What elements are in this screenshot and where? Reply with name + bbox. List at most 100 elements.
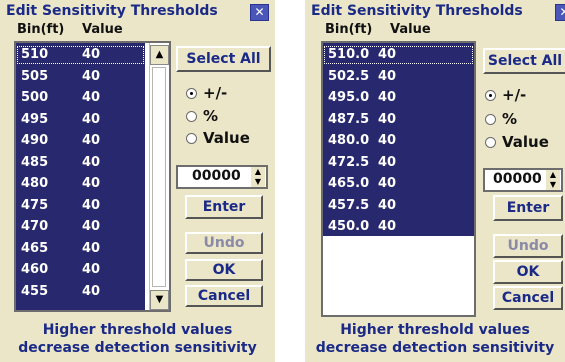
spinbox-value[interactable]: 00000 bbox=[192, 168, 241, 184]
sensitivity-dialog-2: Edit Sensitivity Thresholds ✕ Bin(ft) Va… bbox=[305, 0, 565, 362]
value-cell: 40 bbox=[82, 176, 101, 191]
column-header-bin: Bin(ft) bbox=[17, 22, 65, 37]
bin-cell: 480 bbox=[21, 176, 49, 191]
bin-cell: 487.5 bbox=[328, 111, 370, 127]
spin-up-icon[interactable]: ▲ bbox=[251, 167, 265, 177]
list-scrollbar[interactable]: ▲ ▼ bbox=[149, 43, 169, 310]
spin-down-icon[interactable]: ▼ bbox=[546, 180, 560, 190]
spin-down-icon[interactable]: ▼ bbox=[251, 177, 265, 187]
dialog-title: Edit Sensitivity Thresholds bbox=[311, 3, 523, 19]
value-cell: 40 bbox=[82, 90, 101, 105]
close-icon[interactable]: ✕ bbox=[250, 4, 269, 21]
mode-label: % bbox=[502, 110, 518, 128]
threshold-list[interactable]: 510 40 505 40 500 40 495 40 490 40 485 40 480 40 475 40… bbox=[14, 41, 171, 312]
enter-button[interactable]: Enter bbox=[493, 195, 563, 221]
threshold-list[interactable]: 510.0 40 502.5 40 495.0 40 487.5 40 480.0 40 472.5… bbox=[321, 41, 476, 317]
bin-cell: 455 bbox=[21, 283, 49, 299]
column-header-value: Value bbox=[390, 22, 431, 37]
dialog-title: Edit Sensitivity Thresholds bbox=[6, 3, 218, 19]
mode-label: Value bbox=[203, 129, 250, 147]
mode-radio-plus-minus[interactable]: +/- bbox=[485, 86, 526, 104]
scroll-thumb[interactable] bbox=[152, 67, 166, 287]
title-bar: Edit Sensitivity Thresholds ✕ bbox=[305, 0, 565, 22]
spin-up-icon[interactable]: ▲ bbox=[546, 170, 560, 180]
bin-cell: 470 bbox=[21, 219, 49, 234]
value-cell: 40 bbox=[378, 47, 397, 62]
threshold-rows: 510 40 505 40 500 40 495 40 490 40 485 40 480 40 475 40… bbox=[16, 43, 145, 310]
radio-unchecked-icon bbox=[186, 111, 197, 122]
footer-note-line-1: Higher threshold values bbox=[340, 322, 530, 338]
value-cell: 40 bbox=[378, 154, 397, 170]
value-cell: 40 bbox=[82, 197, 101, 213]
bin-cell: 450.0 bbox=[328, 219, 370, 234]
value-cell: 40 bbox=[82, 283, 101, 299]
bin-cell: 485 bbox=[21, 154, 49, 170]
list-item[interactable]: 510 40 bbox=[16, 45, 145, 65]
footer-note-line-2: decrease detection sensitivity bbox=[18, 340, 257, 356]
close-icon[interactable]: ✕ bbox=[555, 4, 565, 21]
mode-radio-value[interactable]: Value bbox=[186, 129, 250, 147]
bin-cell: 505 bbox=[21, 68, 49, 84]
value-cell: 40 bbox=[378, 90, 397, 105]
radio-unchecked-icon bbox=[485, 137, 496, 148]
column-header-bin: Bin(ft) bbox=[325, 22, 373, 37]
value-cell: 40 bbox=[378, 176, 397, 191]
mode-radio-value[interactable]: Value bbox=[485, 133, 549, 151]
mode-radio-plus-minus[interactable]: +/- bbox=[186, 84, 227, 102]
threshold-spinbox[interactable]: 00000 ▲ ▼ bbox=[483, 168, 563, 192]
select-all-button[interactable]: Select All bbox=[176, 46, 271, 72]
spinbox-arrows: ▲ ▼ bbox=[546, 170, 560, 190]
scroll-down-icon[interactable]: ▼ bbox=[150, 290, 169, 310]
bin-cell: 500 bbox=[21, 90, 49, 105]
value-cell: 40 bbox=[82, 240, 101, 256]
value-cell: 40 bbox=[378, 197, 397, 213]
mode-radio-percent[interactable]: % bbox=[186, 107, 218, 125]
mode-label: % bbox=[203, 107, 219, 125]
value-cell: 40 bbox=[82, 133, 101, 148]
bin-cell: 465.0 bbox=[328, 176, 370, 191]
threshold-spinbox[interactable]: 00000 ▲ ▼ bbox=[176, 165, 268, 189]
footer-note-line-1: Higher threshold values bbox=[42, 322, 233, 338]
bin-cell: 502.5 bbox=[328, 68, 370, 84]
mode-radio-percent[interactable]: % bbox=[485, 110, 517, 128]
undo-button[interactable]: Undo bbox=[493, 234, 563, 258]
mode-label: +/- bbox=[203, 84, 228, 102]
footer-note-line-2: decrease detection sensitivity bbox=[315, 340, 555, 356]
spinbox-arrows: ▲ ▼ bbox=[251, 167, 265, 187]
radio-checked-icon bbox=[485, 90, 496, 101]
bin-cell: 480.0 bbox=[328, 133, 370, 148]
bin-cell: 457.5 bbox=[328, 197, 370, 213]
ok-button[interactable]: OK bbox=[185, 259, 263, 281]
list-item[interactable]: 510.0 40 bbox=[323, 45, 474, 65]
scroll-up-icon[interactable]: ▲ bbox=[150, 45, 169, 65]
spinbox-value[interactable]: 00000 bbox=[493, 171, 542, 187]
cancel-button[interactable]: Cancel bbox=[493, 286, 563, 310]
bin-cell: 465 bbox=[21, 240, 49, 256]
bin-cell: 495 bbox=[21, 111, 49, 127]
bin-cell: 510 bbox=[21, 47, 49, 62]
bin-cell: 490 bbox=[21, 133, 49, 148]
radio-unchecked-icon bbox=[186, 133, 197, 144]
radio-checked-icon bbox=[186, 88, 197, 99]
bin-cell: 472.5 bbox=[328, 154, 370, 170]
enter-button[interactable]: Enter bbox=[185, 195, 263, 219]
value-cell: 40 bbox=[378, 219, 397, 234]
value-cell: 40 bbox=[82, 68, 101, 84]
column-header-value: Value bbox=[82, 22, 123, 37]
value-cell: 40 bbox=[82, 111, 101, 127]
threshold-rows: 510.0 40 502.5 40 495.0 40 487.5 40 480.0 40 472.5… bbox=[323, 43, 474, 236]
mode-label: Value bbox=[502, 133, 549, 151]
value-cell: 40 bbox=[378, 111, 397, 127]
cancel-button[interactable]: Cancel bbox=[185, 285, 263, 307]
sensitivity-dialog-1: Edit Sensitivity Thresholds ✕ Bin(ft) Va… bbox=[0, 0, 275, 362]
bin-cell: 460 bbox=[21, 262, 49, 277]
value-cell: 40 bbox=[82, 154, 101, 170]
mode-label: +/- bbox=[502, 86, 527, 104]
bin-cell: 495.0 bbox=[328, 90, 370, 105]
select-all-button[interactable]: Select All bbox=[483, 48, 565, 74]
title-bar: Edit Sensitivity Thresholds ✕ bbox=[0, 0, 275, 22]
undo-button[interactable]: Undo bbox=[185, 232, 263, 254]
ok-button[interactable]: OK bbox=[493, 260, 563, 284]
value-cell: 40 bbox=[82, 219, 101, 234]
bin-cell: 510.0 bbox=[328, 47, 370, 62]
